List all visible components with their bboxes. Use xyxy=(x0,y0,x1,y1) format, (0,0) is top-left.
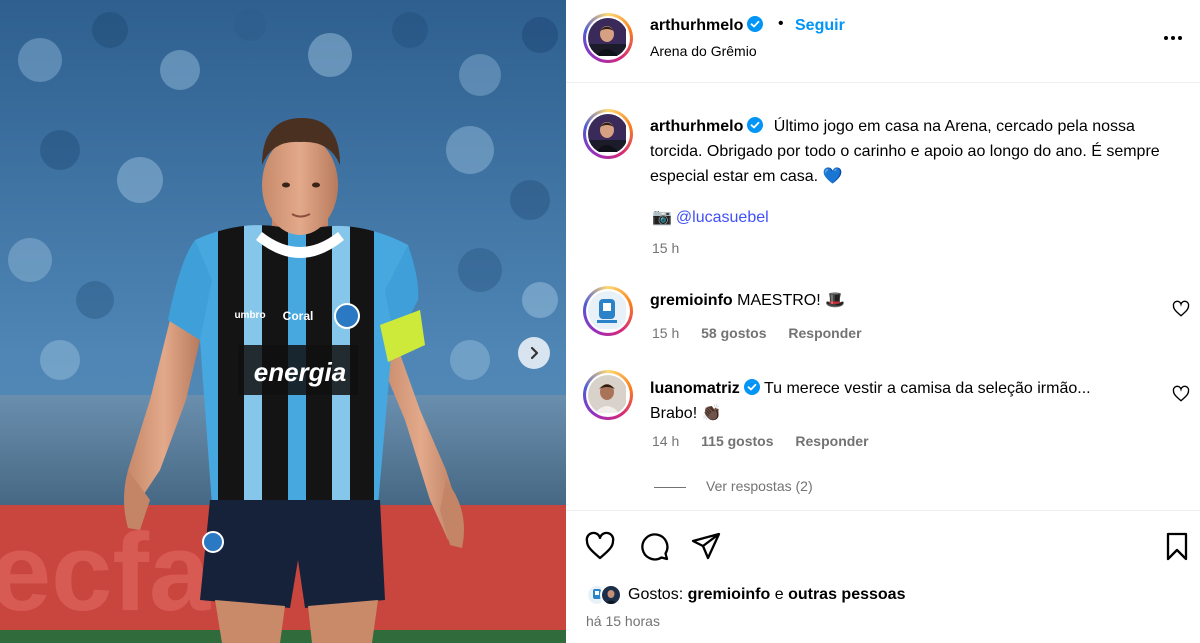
comment-avatar-luanomatriz[interactable] xyxy=(583,370,633,420)
post-location[interactable]: Arena do Grêmio xyxy=(650,43,757,59)
post-header: arthurhmelo • Seguir Arena do Grêmio xyxy=(566,0,1200,83)
comment-meta: 15 h 58 gostos Responder xyxy=(652,325,862,341)
caption-username-text[interactable]: arthurhmelo xyxy=(650,118,743,135)
likes-summary: Gostos: gremioinfo e outras pessoas xyxy=(586,582,905,608)
luanomatriz-avatar-image xyxy=(588,375,626,413)
liker-avatar[interactable] xyxy=(600,584,622,606)
likes-prefix: Gostos: xyxy=(628,586,684,603)
reply-button[interactable]: Responder xyxy=(795,433,868,449)
caption-username[interactable]: arthurhmelo xyxy=(650,117,764,135)
verified-badge-icon xyxy=(747,16,764,32)
post-caption: arthurhmelo Último jogo em casa na Arena… xyxy=(650,114,1180,189)
author-avatar-image xyxy=(588,18,626,56)
follow-separator: • xyxy=(778,15,784,32)
comment-time[interactable]: 15 h xyxy=(652,325,679,341)
camera-emoji: 📷 xyxy=(652,209,672,226)
post-actions: Gostos: gremioinfo e outras pessoas há 1… xyxy=(566,510,1200,643)
club-crest-icon xyxy=(334,303,360,329)
caption-timestamp[interactable]: 15 h xyxy=(652,240,679,256)
credit-mention-link[interactable]: @lucasuebel xyxy=(676,209,769,226)
jersey-maker-text: umbro xyxy=(234,310,265,321)
liker-avatar-image xyxy=(602,586,620,604)
comment-like-heart-icon[interactable] xyxy=(1172,300,1190,318)
verified-badge-icon xyxy=(747,117,764,133)
comment-likes-count[interactable]: 58 gostos xyxy=(701,325,766,341)
share-icon[interactable] xyxy=(690,531,722,561)
comment-gremioinfo: gremioinfo MAESTRO! 🎩 xyxy=(650,288,1140,313)
post-details-panel: arthurhmelo • Seguir Arena do Grêmio art… xyxy=(566,0,1200,643)
gremioinfo-logo-icon xyxy=(588,291,626,329)
comment-username[interactable]: gremioinfo xyxy=(650,292,733,309)
post-image: ecfa energia Coral umbro xyxy=(0,0,566,643)
comment-body: MAESTRO! 🎩 xyxy=(737,292,846,309)
svg-text:ecfa: ecfa xyxy=(0,511,211,634)
caption-avatar-image xyxy=(588,114,626,152)
author-avatar[interactable] xyxy=(583,13,633,63)
comment-luanomatriz: luanomatriz Tu merece vestir a camisa da… xyxy=(650,376,1140,426)
likes-others-link[interactable]: outras pessoas xyxy=(788,586,905,603)
comment-time[interactable]: 14 h xyxy=(652,433,679,449)
likes-text: Gostos: gremioinfo e outras pessoas xyxy=(628,586,905,604)
caption-author-avatar[interactable] xyxy=(583,109,633,159)
comment-avatar-gremioinfo[interactable] xyxy=(583,286,633,336)
bookmark-icon[interactable] xyxy=(1161,531,1193,561)
comment-username[interactable]: luanomatriz xyxy=(650,379,760,397)
likes-user-link[interactable]: gremioinfo xyxy=(688,586,771,603)
post-time-ago[interactable]: há 15 horas xyxy=(586,613,660,629)
comment-likes-count[interactable]: 115 gostos xyxy=(701,433,773,449)
post-photo: ecfa energia Coral umbro xyxy=(0,0,566,643)
chevron-right-icon xyxy=(530,346,539,360)
verified-badge-icon xyxy=(743,379,760,395)
comment-like-heart-icon[interactable] xyxy=(1172,385,1190,403)
jersey-sponsor-text: energia xyxy=(254,357,347,387)
photo-credit: 📷 @lucasuebel xyxy=(652,207,769,227)
author-username-text[interactable]: arthurhmelo xyxy=(650,17,743,34)
replies-divider xyxy=(654,486,686,488)
author-username[interactable]: arthurhmelo xyxy=(650,16,764,35)
follow-button[interactable]: Seguir xyxy=(795,17,845,35)
view-replies-label[interactable]: Ver respostas (2) xyxy=(706,478,813,494)
comment-meta: 14 h 115 gostos Responder xyxy=(652,433,869,449)
view-replies-button[interactable]: Ver respostas (2) xyxy=(654,478,813,494)
likes-and: e xyxy=(774,586,784,603)
more-icon[interactable] xyxy=(1158,26,1188,50)
jersey-brand-text: Coral xyxy=(283,309,314,323)
comment-icon[interactable] xyxy=(638,531,670,561)
comment-username-text[interactable]: luanomatriz xyxy=(650,380,740,397)
next-photo-button[interactable] xyxy=(518,337,550,369)
reply-button[interactable]: Responder xyxy=(788,325,861,341)
heart-icon[interactable] xyxy=(584,531,616,561)
